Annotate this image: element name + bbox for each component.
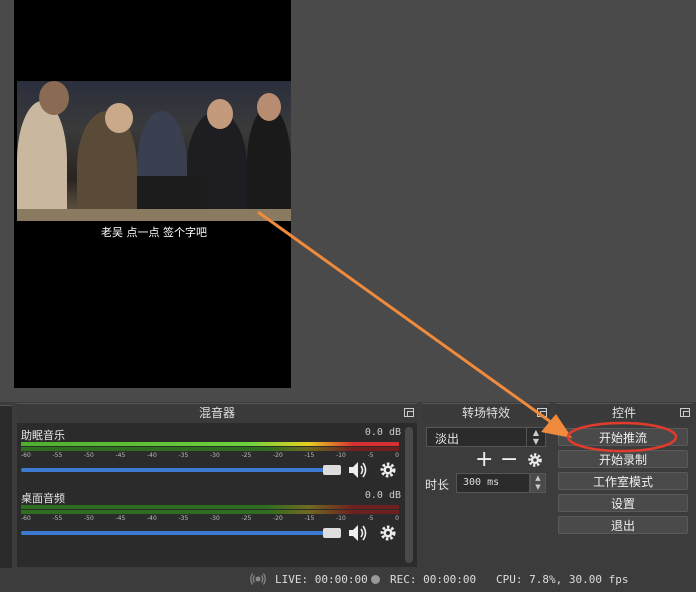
- record-indicator-icon: [371, 575, 380, 584]
- annotation-circle: [566, 421, 678, 453]
- cpu-fps: CPU: 7.8%, 30.00 fps: [496, 573, 629, 586]
- rec-timer: REC: 00:00:00: [390, 573, 477, 586]
- live-timer: LIVE: 00:00:00: [275, 573, 368, 586]
- broadcast-icon: [250, 571, 266, 587]
- annotation-arrow: [257, 210, 556, 427]
- status-bar: LIVE: 00:00:00 REC: 00:00:00 CPU: 7.8%, …: [0, 568, 696, 592]
- annotation-overlay: [257, 210, 678, 453]
